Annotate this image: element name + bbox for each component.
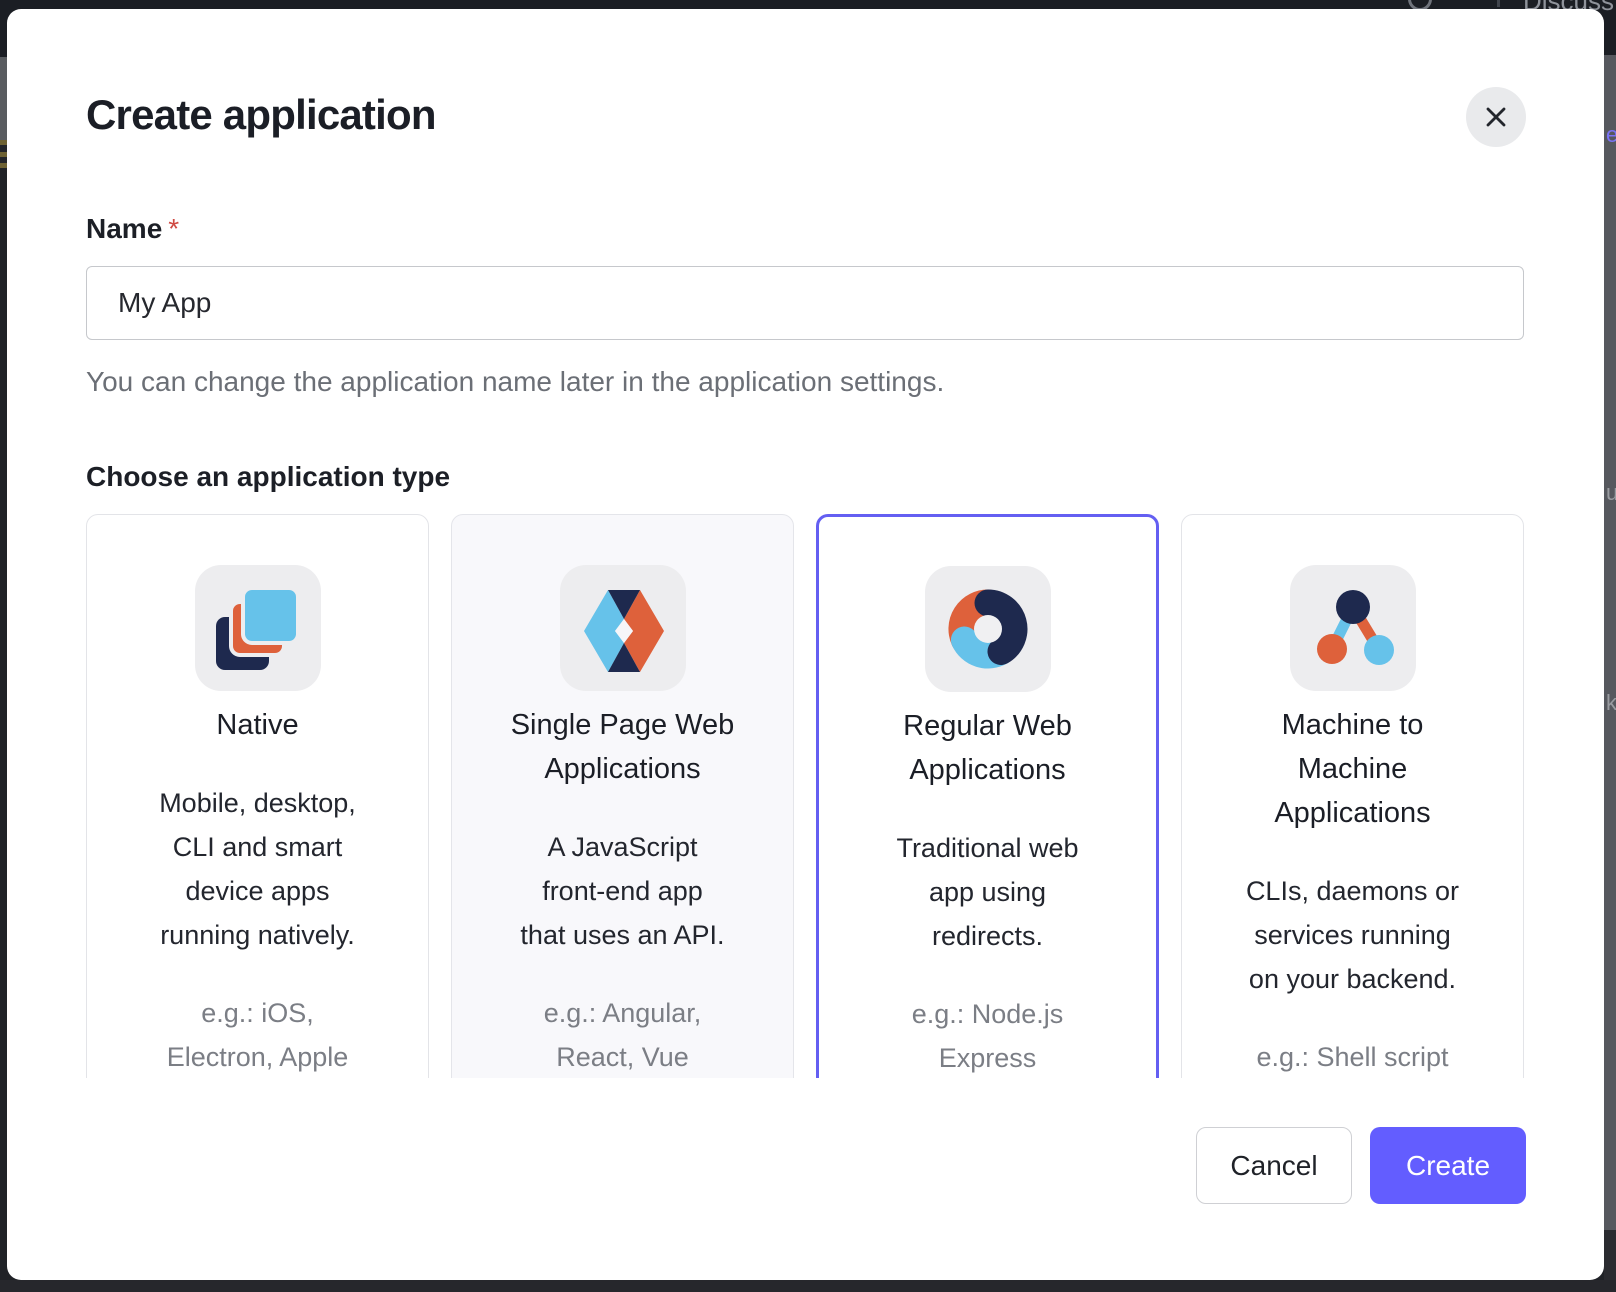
card-native[interactable]: Native Mobile, desktop, CLI and smart de… [86, 514, 429, 1078]
card-examples: e.g.: Shell script [1206, 1035, 1499, 1078]
card-title: Single Page Web Applications [476, 703, 769, 791]
required-asterisk: * [168, 213, 179, 244]
card-title: Machine to Machine Applications [1206, 703, 1499, 835]
dialog-footer: Cancel Create [1196, 1127, 1526, 1204]
background-right-edge [1604, 0, 1616, 1292]
card-examples: e.g.: Node.js Express [842, 992, 1134, 1079]
application-type-label: Choose an application type [86, 461, 450, 493]
dialog-title: Create application [86, 91, 436, 139]
icon-tile [560, 565, 686, 691]
m2m-network-icon [1290, 565, 1416, 691]
card-description: Traditional web app using redirects. [842, 826, 1134, 958]
card-description: CLIs, daemons or services running on you… [1206, 869, 1499, 1001]
icon-tile [1290, 565, 1416, 691]
close-button[interactable] [1466, 87, 1526, 147]
card-description: Mobile, desktop, CLI and smart device ap… [111, 781, 404, 957]
icon-tile [925, 566, 1051, 692]
topbar-divider [1497, 0, 1500, 7]
background-left-edge [0, 0, 7, 1292]
background-bottom-edge [0, 1280, 1616, 1292]
card-examples: e.g.: Angular, React, Vue [476, 991, 769, 1078]
card-regular-web[interactable]: Regular Web Applications Traditional web… [816, 514, 1159, 1078]
application-name-input[interactable] [86, 266, 1524, 340]
regular-web-donut-icon [925, 566, 1051, 692]
create-button[interactable]: Create [1370, 1127, 1526, 1204]
cancel-button[interactable]: Cancel [1196, 1127, 1352, 1204]
background-edge-text: u [1606, 480, 1616, 506]
card-examples: e.g.: iOS, Electron, Apple [111, 991, 404, 1078]
name-helper-text: You can change the application name late… [86, 366, 944, 398]
card-single-page-web[interactable]: Single Page Web Applications A JavaScrip… [451, 514, 794, 1078]
card-title: Native [111, 703, 404, 747]
card-description: A JavaScript front-end app that uses an … [476, 825, 769, 957]
card-machine-to-machine[interactable]: Machine to Machine Applications CLIs, da… [1181, 514, 1524, 1078]
spa-diamond-icon [560, 565, 686, 691]
background-edge-text: e [1606, 122, 1616, 148]
create-application-dialog: Create application Name* You can change … [7, 9, 1604, 1280]
card-title: Regular Web Applications [842, 704, 1134, 792]
native-stacked-squares-icon [195, 565, 321, 691]
icon-tile [195, 565, 321, 691]
background-edge-text: k [1606, 690, 1616, 716]
close-icon [1479, 100, 1513, 134]
application-type-cards: Native Mobile, desktop, CLI and smart de… [86, 514, 1524, 1078]
name-label: Name* [86, 213, 179, 245]
